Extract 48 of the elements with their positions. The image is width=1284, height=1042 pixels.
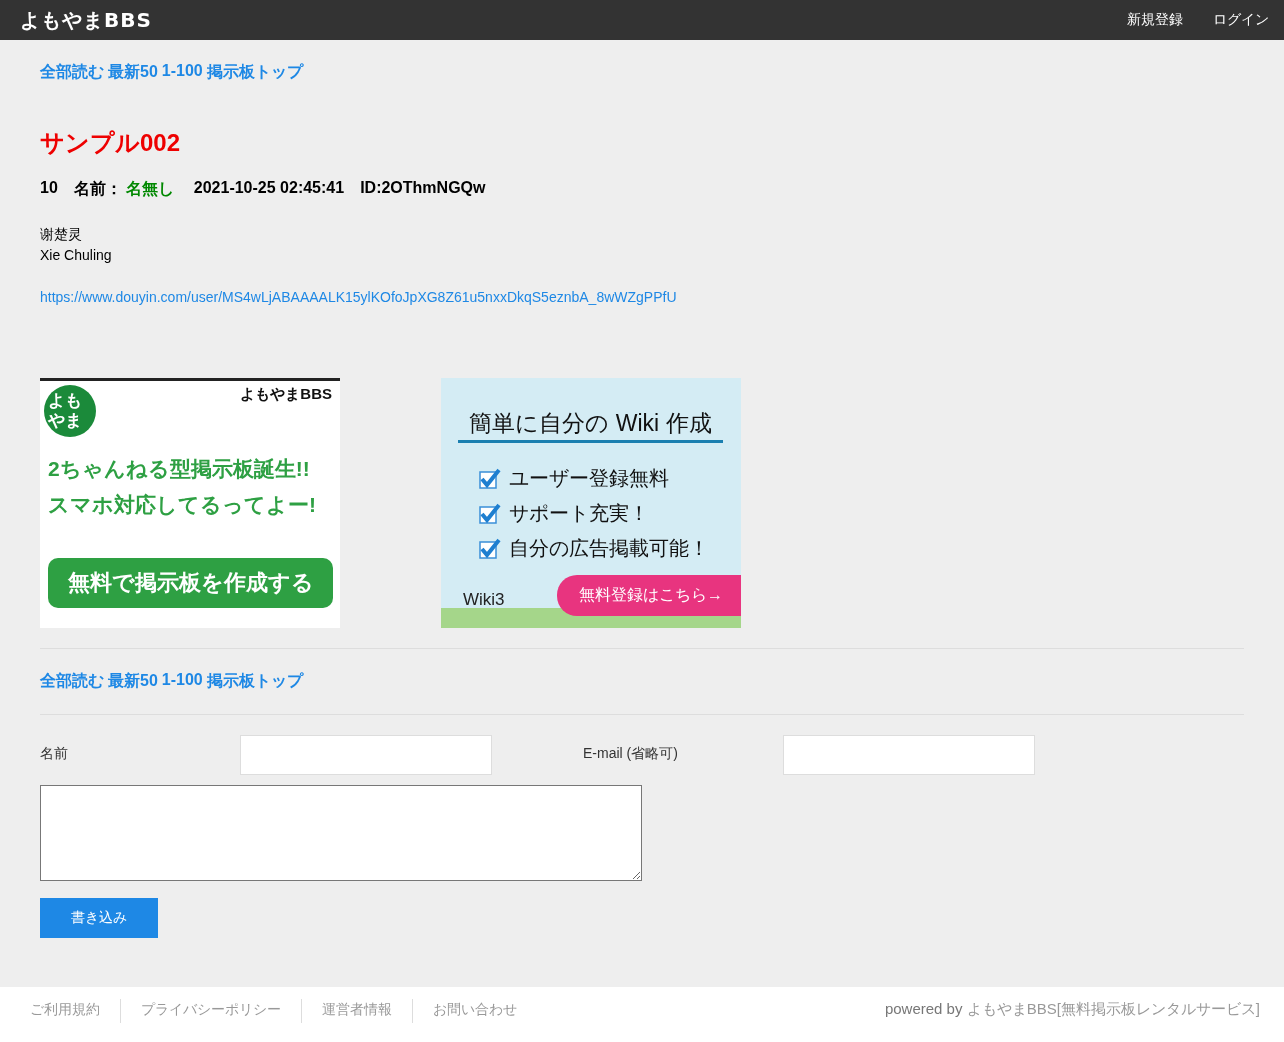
name-label: 名前： xyxy=(73,179,122,199)
site-logo[interactable]: よもやまBBS xyxy=(20,6,152,34)
register-button[interactable]: 無料登録はこちら→ xyxy=(557,575,741,616)
feature-text: ユーザー登録無料 xyxy=(509,466,669,491)
advertisement-banner[interactable]: 簡単に自分の Wiki 作成 ユーザー登録無料 サポート充実！ 自分の広告掲載可能！ Wiki3 無料登録はこちら→ xyxy=(441,378,741,628)
nav-link[interactable]: 掲示板トップ xyxy=(206,62,303,83)
email-label: E-mail (省略可) xyxy=(583,744,679,763)
submit-button[interactable]: 書き込み xyxy=(40,898,158,938)
post-text: Xie Chuling xyxy=(40,246,113,265)
banner-headline: スマホ対応してるってよー! xyxy=(47,492,317,518)
name-input[interactable] xyxy=(240,735,492,775)
message-textarea[interactable] xyxy=(40,785,642,881)
poster-name: 名無し xyxy=(125,179,174,199)
nav-link[interactable]: 全部読む xyxy=(40,671,104,692)
advertisement-banner[interactable]: よも やま よもやまBBS 2ちゃんねる型掲示板誕生!! スマホ対応してるってよー! 無料で掲示板を作成する xyxy=(40,378,340,628)
logo-badge: よも やま xyxy=(44,385,96,437)
feature-text: サポート充実！ xyxy=(509,501,649,526)
thread-title: サンプル002 xyxy=(40,128,182,158)
nav-link[interactable]: 1-100 xyxy=(161,62,203,83)
powered-by-text: powered by よもやまBBS[無料掲示板レンタルサービス] xyxy=(884,999,1260,1019)
email-input[interactable] xyxy=(783,735,1035,775)
footer-link[interactable]: プライバシーポリシー xyxy=(120,999,301,1023)
nav-link[interactable]: 全部読む xyxy=(40,62,104,83)
banner-logo: よもやまBBS xyxy=(240,385,332,404)
banner-brand: Wiki3 xyxy=(463,590,505,610)
checkbox-icon xyxy=(479,467,501,490)
header-link[interactable]: 新規登録 xyxy=(1127,11,1183,29)
checkbox-icon xyxy=(479,537,501,560)
create-board-button[interactable]: 無料で掲示板を作成する xyxy=(48,558,333,608)
nav-link[interactable]: 掲示板トップ xyxy=(206,671,303,692)
post-id: ID:2OThmNGQw xyxy=(360,179,486,198)
feature-text: 自分の広告掲載可能！ xyxy=(509,536,709,561)
banner-headline: 2ちゃんねる型掲示板誕生!! xyxy=(47,456,311,482)
nav-link[interactable]: 最新50 xyxy=(108,671,158,692)
nav-link[interactable]: 1-100 xyxy=(161,671,203,692)
name-label: 名前 xyxy=(40,744,69,763)
service-link[interactable]: よもやまBBS[無料掲示板レンタルサービス] xyxy=(966,1000,1260,1017)
post-number: 10 xyxy=(40,179,58,198)
footer-link[interactable]: 運営者情報 xyxy=(301,999,412,1023)
nav-link[interactable]: 最新50 xyxy=(108,62,158,83)
banner-title: 簡単に自分の Wiki 作成 xyxy=(458,408,723,443)
footer-link[interactable]: お問い合わせ xyxy=(412,999,537,1023)
post-date: 2021-10-25 02:45:41 xyxy=(193,179,345,198)
footer-link[interactable]: ご利用規約 xyxy=(10,999,120,1023)
header-link[interactable]: ログイン xyxy=(1213,11,1269,29)
post-link[interactable]: https://www.douyin.com/user/MS4wLjABAAAALK15ylKOfoJpXG8Z61u5nxxDkqS5eznbA_8wWZgPPfU xyxy=(40,287,677,308)
post-text: 谢楚灵 xyxy=(40,225,83,244)
checkbox-icon xyxy=(479,502,501,525)
